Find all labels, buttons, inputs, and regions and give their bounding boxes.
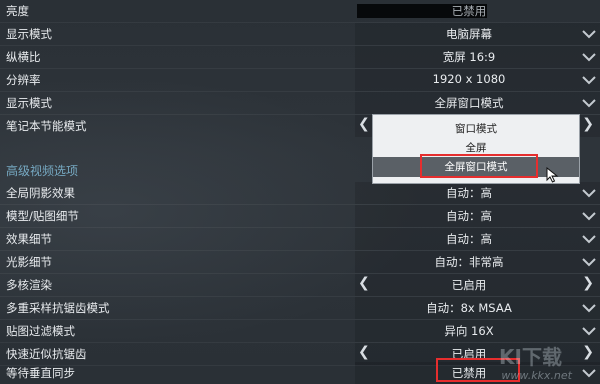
setting-label: 全局阴影效果 [6, 186, 75, 200]
setting-row-effect-detail[interactable]: 效果细节 自动：高 [0, 228, 600, 251]
right-arrow-icon[interactable]: ❯ [582, 344, 594, 360]
setting-row-shader-detail[interactable]: 光影细节 自动：非常高 [0, 251, 600, 274]
setting-row-texture-filter[interactable]: 贴图过滤模式 异向 16X [0, 320, 600, 343]
setting-row-resolution[interactable]: 分辨率 1920 x 1080 [0, 69, 600, 92]
left-arrow-icon[interactable]: ❮ [358, 116, 370, 132]
setting-value: 全屏窗口模式 [434, 96, 504, 110]
chevron-down-icon[interactable] [581, 71, 597, 89]
section-title-advanced-video: 高级视频选项 [6, 164, 79, 178]
mouse-cursor-icon [546, 166, 560, 186]
setting-label: 笔记本节能模式 [6, 119, 87, 133]
setting-row-display-mode[interactable]: 显示模式 电脑屏幕 [0, 23, 600, 46]
setting-value: 自动：高 [446, 186, 492, 200]
setting-label: 模型/贴图细节 [6, 209, 79, 223]
setting-label: 光影细节 [6, 255, 52, 269]
setting-value: 异向 16X [444, 324, 494, 338]
setting-row-global-shadow[interactable]: 全局阴影效果 自动：高 [0, 182, 600, 205]
setting-row-aspect-ratio[interactable]: 纵横比 宽屏 16:9 [0, 46, 600, 69]
setting-label: 显示模式 [6, 27, 52, 41]
chevron-down-icon[interactable] [581, 230, 597, 248]
chevron-down-icon[interactable] [581, 322, 597, 340]
dropdown-option-windowed[interactable]: 窗口模式 [373, 119, 579, 139]
watermark-text: www.kkx.net [501, 369, 572, 382]
setting-label: 纵横比 [6, 50, 41, 64]
setting-label: 多核渲染 [6, 278, 52, 292]
setting-value: 自动：高 [446, 232, 492, 246]
setting-value: 电脑屏幕 [446, 27, 492, 41]
chevron-down-icon[interactable] [581, 25, 597, 43]
setting-value: 1920 x 1080 [432, 72, 506, 86]
setting-row-model-texture-detail[interactable]: 模型/贴图细节 自动：高 [0, 205, 600, 228]
chevron-down-icon[interactable] [581, 299, 597, 317]
setting-value: 自动：高 [446, 209, 492, 223]
setting-label: 分辨率 [6, 73, 41, 87]
setting-label: 贴图过滤模式 [6, 324, 75, 338]
setting-label: 快速近似抗锯齿 [6, 347, 87, 361]
setting-label: 多重采样抗锯齿模式 [6, 301, 110, 315]
chevron-down-icon[interactable] [581, 48, 597, 66]
setting-value: 已启用 [451, 278, 487, 292]
highlight-box [420, 154, 538, 178]
chevron-down-icon[interactable] [581, 184, 597, 202]
watermark-logo: KI下载 [499, 345, 562, 369]
setting-label: 亮度 [6, 4, 29, 18]
setting-value: 已禁用 [451, 4, 487, 18]
chevron-down-icon[interactable] [581, 207, 597, 225]
setting-row-msaa-mode[interactable]: 多重采样抗锯齿模式 自动：8x MSAA [0, 297, 600, 320]
setting-value: 宽屏 16:9 [442, 50, 496, 64]
right-arrow-icon[interactable]: ❯ [582, 116, 594, 132]
setting-label: 等待垂直同步 [6, 366, 75, 380]
setting-value: 自动：非常高 [434, 255, 504, 269]
setting-label: 效果细节 [6, 232, 52, 246]
setting-row-brightness: 亮度 已禁用 [0, 0, 600, 22]
chevron-down-icon[interactable] [581, 94, 597, 112]
right-arrow-icon[interactable]: ❯ [582, 275, 594, 291]
setting-label: 显示模式 [6, 96, 52, 110]
chevron-down-icon[interactable] [581, 253, 597, 271]
setting-row-multicore-rendering[interactable]: 多核渲染 ❮ 已启用 ❯ [0, 274, 600, 297]
setting-value: 自动：8x MSAA [426, 301, 512, 315]
chevron-down-icon[interactable] [581, 364, 597, 382]
setting-row-window-mode[interactable]: 显示模式 全屏窗口模式 [0, 92, 600, 115]
